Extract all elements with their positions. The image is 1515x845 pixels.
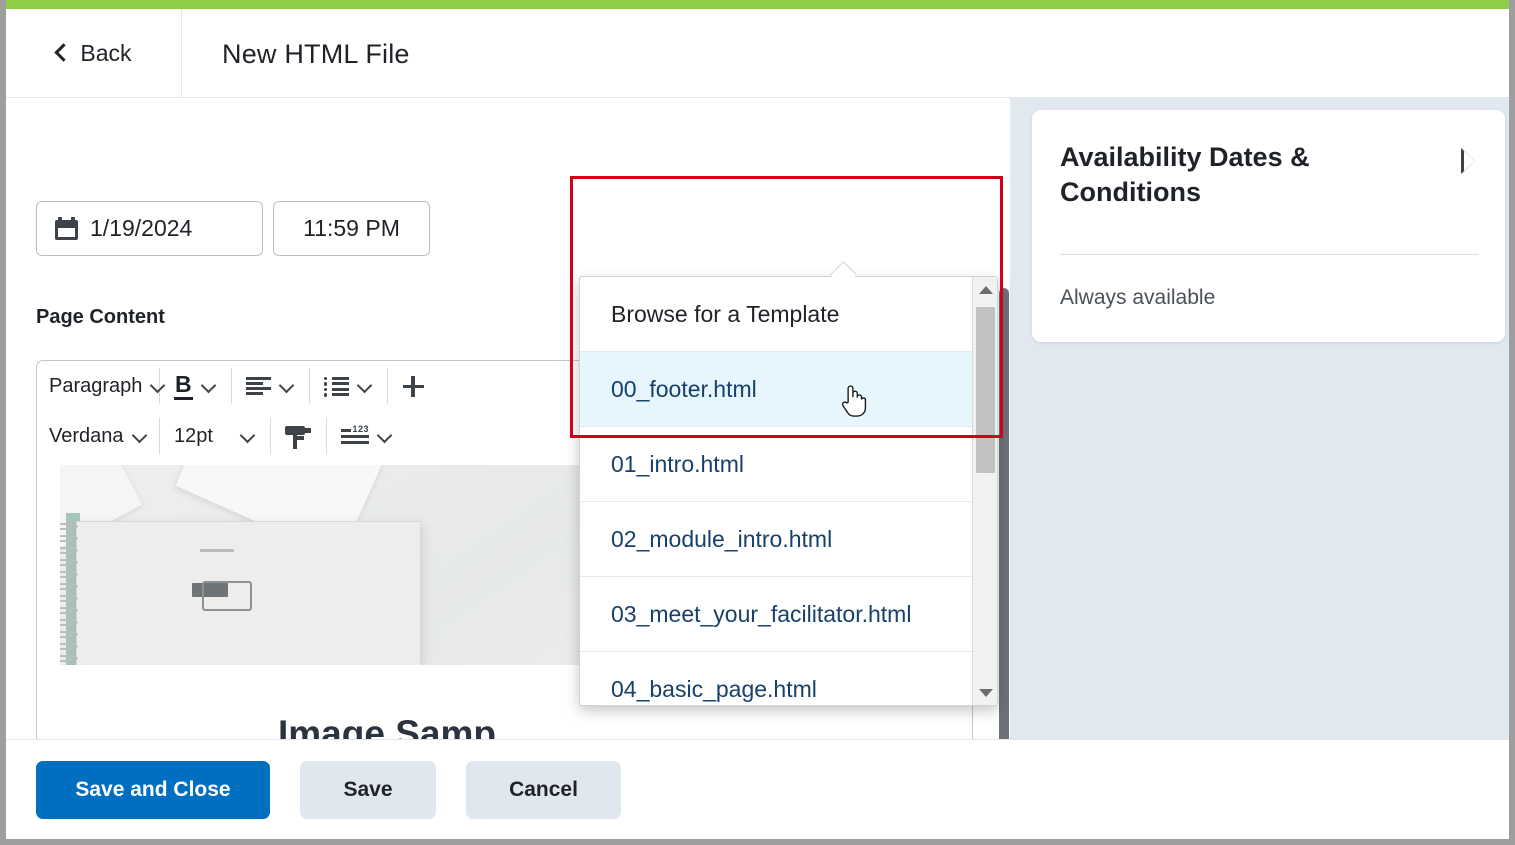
toolbar-divider bbox=[159, 418, 160, 454]
font-family-select[interactable]: Verdana bbox=[37, 418, 157, 454]
action-footer: Save and Close Save Cancel Hidden bbox=[6, 739, 1509, 839]
align-left-icon bbox=[245, 376, 271, 396]
availability-title: Availability Dates & Conditions bbox=[1060, 142, 1310, 207]
toolbar-divider bbox=[270, 418, 271, 454]
triangle-down-icon[interactable] bbox=[973, 680, 997, 705]
template-item-01-intro[interactable]: 01_intro.html bbox=[580, 427, 974, 502]
dropdown-scrollbar-thumb[interactable] bbox=[976, 307, 995, 473]
toolbar-divider bbox=[326, 418, 327, 454]
font-size-label: 12pt bbox=[174, 424, 213, 447]
availability-status: Always available bbox=[1060, 286, 1216, 309]
back-button-label: Back bbox=[80, 39, 132, 66]
chevron-left-icon bbox=[55, 42, 68, 64]
bullet-list-icon bbox=[323, 376, 349, 397]
toolbar-divider bbox=[386, 368, 388, 404]
page-scrollbar[interactable] bbox=[998, 98, 1010, 818]
template-dropdown-menu: Browse for a Template 00_footer.html 01_… bbox=[579, 276, 998, 706]
browser-frame: Back New HTML File 1/19/2024 11:59 PM Pa… bbox=[6, 0, 1509, 839]
pointing-hand-cursor bbox=[841, 385, 867, 417]
numbered-list-icon: 123 bbox=[341, 424, 369, 446]
chevron-down-icon bbox=[357, 380, 373, 392]
dropdown-scrollbar[interactable] bbox=[972, 277, 997, 705]
insert-button[interactable] bbox=[390, 368, 436, 404]
due-time-value: 11:59 PM bbox=[303, 215, 400, 241]
bold-icon: B bbox=[174, 372, 193, 400]
template-item-00-footer[interactable]: 00_footer.html bbox=[580, 352, 974, 427]
toolbar-divider bbox=[308, 368, 310, 404]
calendar-icon bbox=[55, 217, 78, 240]
screenshot-root: Back New HTML File 1/19/2024 11:59 PM Pa… bbox=[0, 0, 1515, 845]
chevron-down-icon bbox=[150, 380, 166, 392]
block-format-select[interactable]: Paragraph bbox=[37, 368, 157, 404]
chevron-down-icon bbox=[201, 380, 217, 392]
due-date-value: 1/19/2024 bbox=[90, 215, 193, 241]
side-panel-column: Availability Dates & Conditions Always a… bbox=[1010, 98, 1509, 739]
format-painter-button[interactable] bbox=[273, 418, 324, 454]
browse-for-template-item[interactable]: Browse for a Template bbox=[580, 277, 974, 352]
font-size-select[interactable]: 12pt bbox=[162, 418, 268, 454]
due-time-field[interactable]: 11:59 PM bbox=[273, 201, 430, 256]
chevron-down-icon bbox=[240, 430, 256, 442]
due-date-field[interactable]: 1/19/2024 bbox=[36, 201, 263, 256]
back-button[interactable]: Back bbox=[6, 9, 182, 97]
triangle-right-icon[interactable] bbox=[1457, 148, 1479, 174]
triangle-up-icon[interactable] bbox=[973, 277, 997, 302]
page-header: Back New HTML File bbox=[6, 9, 1509, 98]
save-and-close-button[interactable]: Save and Close bbox=[36, 761, 270, 819]
cancel-button[interactable]: Cancel bbox=[466, 761, 621, 819]
paint-roller-icon bbox=[285, 424, 312, 449]
font-family-label: Verdana bbox=[49, 424, 124, 447]
align-button[interactable] bbox=[234, 368, 307, 404]
bold-button[interactable]: B bbox=[162, 368, 229, 404]
block-format-label: Paragraph bbox=[49, 374, 143, 397]
template-item-03-meet-your-facilitator[interactable]: 03_meet_your_facilitator.html bbox=[580, 577, 974, 652]
divider bbox=[1060, 254, 1478, 255]
dropdown-caret bbox=[832, 263, 858, 277]
template-item-02-module-intro[interactable]: 02_module_intro.html bbox=[580, 502, 974, 577]
numbered-list-button[interactable]: 123 bbox=[329, 418, 405, 454]
page-title: New HTML File bbox=[222, 39, 410, 69]
template-item-04-basic-page[interactable]: 04_basic_page.html bbox=[580, 652, 974, 705]
toolbar-divider bbox=[230, 368, 232, 404]
brand-accent-bar bbox=[6, 0, 1509, 9]
page-content-label: Page Content bbox=[36, 306, 165, 328]
availability-card: Availability Dates & Conditions Always a… bbox=[1032, 110, 1505, 342]
chevron-down-icon bbox=[377, 430, 393, 442]
chevron-down-icon bbox=[279, 380, 295, 392]
chevron-down-icon bbox=[132, 430, 148, 442]
plus-icon bbox=[402, 375, 424, 397]
bullet-list-button[interactable] bbox=[312, 368, 385, 404]
save-button[interactable]: Save bbox=[300, 761, 436, 819]
